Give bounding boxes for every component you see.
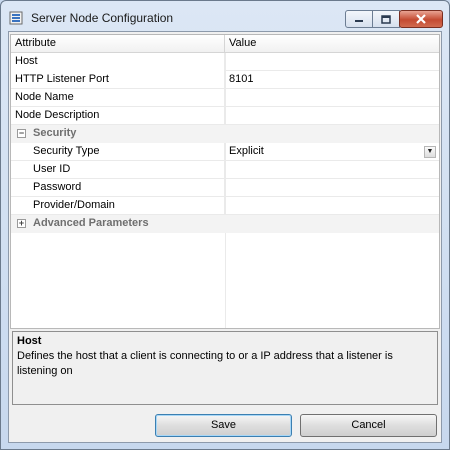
chevron-down-icon[interactable]: ▼ — [424, 146, 436, 158]
dialog-body: Attribute Value Host HTTP Listener Port … — [8, 31, 442, 443]
user-id-input[interactable] — [225, 161, 439, 179]
category-advanced-parameters[interactable]: + Advanced Parameters — [11, 215, 439, 233]
row-label: Provider/Domain — [11, 197, 225, 215]
row-provider-domain[interactable]: Provider/Domain — [11, 197, 439, 215]
row-label: HTTP Listener Port — [11, 71, 225, 89]
http-port-input[interactable]: 8101 — [225, 71, 439, 89]
column-header-attribute[interactable]: Attribute — [11, 35, 225, 52]
category-security[interactable]: − Security — [11, 125, 439, 143]
node-name-input[interactable] — [225, 89, 439, 107]
row-label: Node Description — [11, 107, 225, 125]
row-label: Node Name — [11, 89, 225, 107]
row-user-id[interactable]: User ID — [11, 161, 439, 179]
row-node-name[interactable]: Node Name — [11, 89, 439, 107]
title-bar[interactable]: Server Node Configuration — [1, 1, 449, 31]
description-panel: Host Defines the host that a client is c… — [12, 331, 438, 405]
close-icon — [400, 11, 442, 27]
maximize-icon — [373, 11, 399, 27]
row-security-type[interactable]: Security Type Explicit ▼ — [11, 143, 439, 161]
provider-domain-input[interactable] — [225, 197, 439, 215]
row-password[interactable]: Password — [11, 179, 439, 197]
cancel-button[interactable]: Cancel — [300, 414, 437, 437]
grid-header: Attribute Value — [11, 35, 439, 53]
security-type-select[interactable]: Explicit ▼ — [225, 143, 439, 161]
save-button[interactable]: Save — [155, 414, 292, 437]
host-input[interactable] — [225, 53, 439, 71]
password-input[interactable] — [225, 179, 439, 197]
category-label: Advanced Parameters — [33, 217, 149, 229]
minimize-icon — [346, 11, 372, 27]
row-label: Security Type — [11, 143, 225, 161]
dialog-window: Server Node Configuration Attribute Valu… — [0, 0, 450, 450]
row-label: Host — [11, 53, 225, 71]
row-host[interactable]: Host — [11, 53, 439, 71]
row-label: User ID — [11, 161, 225, 179]
category-label: Security — [33, 127, 77, 139]
column-header-value[interactable]: Value — [225, 35, 439, 52]
close-button[interactable] — [399, 10, 443, 28]
row-http-listener-port[interactable]: HTTP Listener Port 8101 — [11, 71, 439, 89]
row-node-description[interactable]: Node Description — [11, 107, 439, 125]
window-title: Server Node Configuration — [31, 11, 174, 25]
maximize-button[interactable] — [372, 10, 400, 28]
description-title: Host — [17, 335, 42, 347]
minimize-button[interactable] — [345, 10, 373, 28]
row-label: Password — [11, 179, 225, 197]
description-text: Defines the host that a client is connec… — [17, 350, 393, 377]
security-type-value: Explicit — [229, 145, 264, 157]
node-description-input[interactable] — [225, 107, 439, 125]
server-node-icon — [9, 11, 23, 25]
property-grid: Attribute Value Host HTTP Listener Port … — [10, 34, 440, 329]
